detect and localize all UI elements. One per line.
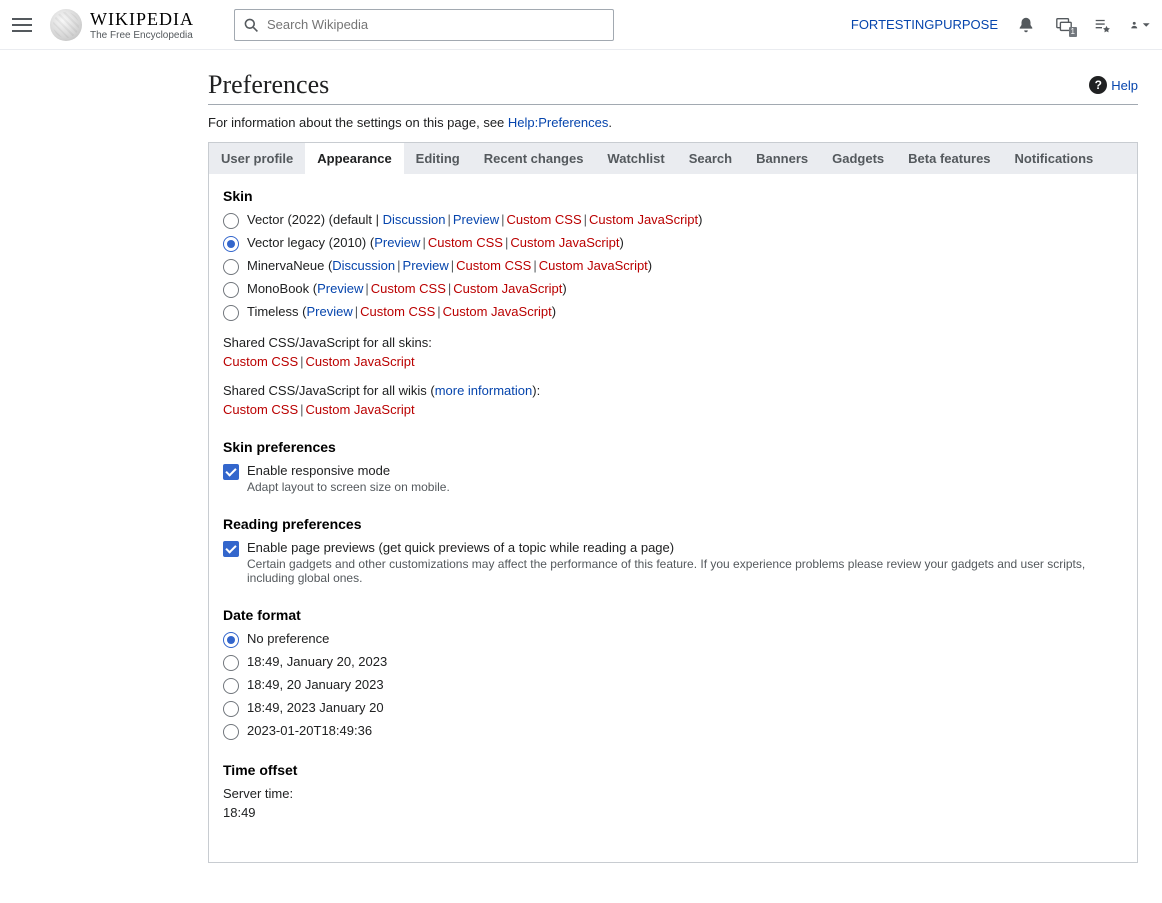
shared-skins-js[interactable]: Custom JavaScript	[306, 354, 415, 369]
logo-wordmark: Wikipedia	[90, 9, 194, 30]
skin-link[interactable]: Custom CSS	[507, 212, 582, 227]
talk-icon[interactable]: 1	[1054, 15, 1074, 35]
skin-radio[interactable]	[223, 282, 239, 298]
tab-notifications[interactable]: Notifications	[1003, 143, 1106, 174]
username-link[interactable]: FORTESTINGPURPOSE	[851, 17, 998, 32]
skin-link[interactable]: Discussion	[332, 258, 395, 273]
tab-user-profile[interactable]: User profile	[209, 143, 305, 174]
logo[interactable]: Wikipedia The Free Encyclopedia	[50, 9, 194, 41]
skin-radio[interactable]	[223, 236, 239, 252]
skin-link[interactable]: Custom JavaScript	[453, 281, 562, 296]
shared-wikis-js[interactable]: Custom JavaScript	[306, 402, 415, 417]
skin-radio[interactable]	[223, 213, 239, 229]
skin-link[interactable]: Preview	[453, 212, 499, 227]
skin-link[interactable]: Discussion	[383, 212, 446, 227]
date-option-label: No preference	[247, 631, 1123, 646]
tab-gadgets[interactable]: Gadgets	[820, 143, 896, 174]
skin-link[interactable]: Preview	[317, 281, 363, 296]
reading-preferences-section: Reading preferences Enable page previews…	[223, 516, 1123, 585]
page-previews-hint: Certain gadgets and other customizations…	[247, 557, 1123, 585]
skin-section: Skin Vector (2022) (default | Discussion…	[223, 188, 1123, 417]
search-input[interactable]	[267, 17, 605, 32]
tab-watchlist[interactable]: Watchlist	[595, 143, 676, 174]
talk-badge: 1	[1069, 27, 1077, 37]
skin-link[interactable]: Custom JavaScript	[510, 235, 619, 250]
date-option-label: 18:49, January 20, 2023	[247, 654, 1123, 669]
shared-wikis-css[interactable]: Custom CSS	[223, 402, 298, 417]
skin-preferences-section: Skin preferences Enable responsive mode …	[223, 439, 1123, 494]
date-radio[interactable]	[223, 632, 239, 648]
shared-wikis-label: Shared CSS/JavaScript for all wikis (mor…	[223, 383, 1123, 398]
date-option-label: 2023-01-20T18:49:36	[247, 723, 1123, 738]
skin-heading: Skin	[223, 188, 1123, 204]
page-previews-label: Enable page previews (get quick previews…	[247, 540, 1123, 555]
skin-radio[interactable]	[223, 259, 239, 275]
skin-prefs-heading: Skin preferences	[223, 439, 1123, 455]
skin-link[interactable]: Preview	[306, 304, 352, 319]
chevron-down-icon	[1142, 16, 1151, 34]
more-information-link[interactable]: more information	[435, 383, 533, 398]
shared-skins-css[interactable]: Custom CSS	[223, 354, 298, 369]
responsive-mode-checkbox[interactable]	[223, 464, 239, 480]
user-menu[interactable]	[1130, 15, 1150, 35]
date-option-label: 18:49, 20 January 2023	[247, 677, 1123, 692]
bell-icon[interactable]	[1016, 15, 1036, 35]
user-links: FORTESTINGPURPOSE 1	[851, 15, 1150, 35]
tab-beta-features[interactable]: Beta features	[896, 143, 1002, 174]
skin-link[interactable]: Custom JavaScript	[589, 212, 698, 227]
date-heading: Date format	[223, 607, 1123, 623]
search-icon	[243, 17, 259, 33]
skin-option-label: Vector (2022)	[247, 212, 325, 227]
globe-icon	[50, 9, 82, 41]
tab-editing[interactable]: Editing	[404, 143, 472, 174]
page-title: Preferences	[208, 70, 329, 100]
page-previews-checkbox[interactable]	[223, 541, 239, 557]
logo-tagline: The Free Encyclopedia	[90, 30, 194, 41]
date-radio[interactable]	[223, 701, 239, 717]
date-format-section: Date format No preference 18:49, January …	[223, 607, 1123, 740]
responsive-mode-hint: Adapt layout to screen size on mobile.	[247, 480, 1123, 494]
skin-link[interactable]: Custom CSS	[456, 258, 531, 273]
help-label[interactable]: Help	[1111, 78, 1138, 93]
skin-link[interactable]: Custom CSS	[428, 235, 503, 250]
server-time-label: Server time:	[223, 786, 1123, 801]
skin-radio[interactable]	[223, 305, 239, 321]
help-preferences-link[interactable]: Help:Preferences	[508, 115, 608, 130]
reading-heading: Reading preferences	[223, 516, 1123, 532]
skin-link[interactable]: Custom JavaScript	[443, 304, 552, 319]
date-radio[interactable]	[223, 724, 239, 740]
skin-option-label: Vector legacy (2010)	[247, 235, 366, 250]
time-heading: Time offset	[223, 762, 1123, 778]
skin-option-label: Timeless	[247, 304, 299, 319]
date-radio[interactable]	[223, 678, 239, 694]
date-option-label: 18:49, 2023 January 20	[247, 700, 1123, 715]
skin-link[interactable]: Custom CSS	[371, 281, 446, 296]
tab-appearance[interactable]: Appearance	[305, 143, 403, 174]
shared-skins-label: Shared CSS/JavaScript for all skins:	[223, 335, 1123, 350]
responsive-mode-label: Enable responsive mode	[247, 463, 1123, 478]
preference-tabs: User profileAppearanceEditingRecent chan…	[209, 143, 1137, 174]
skin-option-label: MinervaNeue	[247, 258, 324, 273]
skin-link[interactable]: Custom JavaScript	[539, 258, 648, 273]
tab-banners[interactable]: Banners	[744, 143, 820, 174]
date-radio[interactable]	[223, 655, 239, 671]
time-offset-section: Time offset Server time: 18:49	[223, 762, 1123, 820]
skin-link[interactable]: Preview	[403, 258, 449, 273]
server-time-value: 18:49	[223, 805, 1123, 820]
help-link[interactable]: ? Help	[1089, 76, 1138, 94]
skin-option-label: MonoBook	[247, 281, 309, 296]
watchlist-icon[interactable]	[1092, 15, 1112, 35]
site-header: Wikipedia The Free Encyclopedia FORTESTI…	[0, 0, 1162, 50]
help-icon: ?	[1089, 76, 1107, 94]
tab-recent-changes[interactable]: Recent changes	[472, 143, 596, 174]
tab-search[interactable]: Search	[677, 143, 744, 174]
menu-icon[interactable]	[12, 15, 32, 35]
intro-text: For information about the settings on th…	[208, 115, 1138, 130]
skin-link[interactable]: Preview	[374, 235, 420, 250]
search-box[interactable]	[234, 9, 614, 41]
skin-link[interactable]: Custom CSS	[360, 304, 435, 319]
